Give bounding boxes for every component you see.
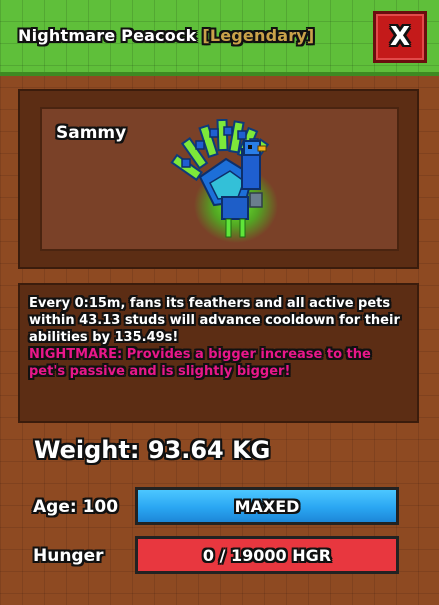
pet-viewport-frame: Sammy [18,89,419,269]
age-label: Age: 100 [33,497,119,517]
mutation-label: NIGHTMARE: [29,347,123,362]
pet-type-label: Nightmare Peacock [18,26,197,45]
close-icon: X [389,22,411,52]
peacock-model-icon [170,119,278,243]
hunger-progress-bar: 0 / 19000 HGR [135,536,399,574]
pet-name: Sammy [56,123,127,143]
age-bar-text: MAXED [234,496,300,516]
pet-title: Nightmare Peacock [Legendary] [18,26,314,45]
mutation-description: NIGHTMARE: Provides a bigger increase to… [29,346,409,380]
pet-viewport: Sammy [40,107,399,251]
age-progress-bar: MAXED [135,487,399,525]
hunger-bar-text: 0 / 19000 HGR [202,545,332,565]
description-panel: Every 0:15m, fans its feathers and all a… [18,283,419,423]
close-button[interactable]: X [373,11,427,63]
weight-label: Weight: 93.64 KG [34,436,271,464]
hunger-label: Hunger [33,546,104,566]
rarity-label: [Legendary] [202,26,315,45]
header-bar: Nightmare Peacock [Legendary] X [0,0,439,76]
ability-description: Every 0:15m, fans its feathers and all a… [29,296,400,345]
